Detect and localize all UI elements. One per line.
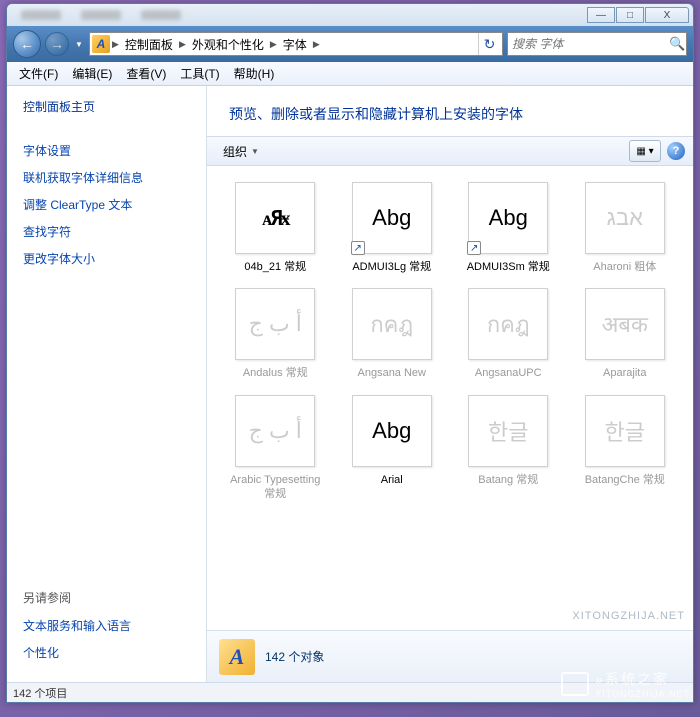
nav-bar: ← → ▼ ▶ 控制面板 ▶ 外观和个性化 ▶ 字体 ▶ ↻ 🔍 xyxy=(7,26,693,62)
sidebar-link-text-services[interactable]: 文本服务和输入语言 xyxy=(23,612,190,639)
font-thumbnail: Abg↗ xyxy=(468,182,548,254)
font-thumbnail: अबक xyxy=(585,288,665,360)
title-blur xyxy=(21,10,181,20)
font-label: BatangChe 常规 xyxy=(585,473,665,487)
font-item[interactable]: 한글 Batang 常规 xyxy=(452,391,565,506)
search-icon[interactable]: 🔍 xyxy=(669,36,685,52)
menu-help[interactable]: 帮助(H) xyxy=(228,63,281,84)
sidebar-heading[interactable]: 控制面板主页 xyxy=(23,98,190,115)
titlebar[interactable]: — □ X xyxy=(7,4,693,26)
page-title: 预览、删除或者显示和隐藏计算机上安装的字体 xyxy=(229,104,671,124)
crumb-sep-icon[interactable]: ▶ xyxy=(179,39,186,50)
font-thumbnail: אבג xyxy=(585,182,665,254)
font-thumbnail: กคฎ xyxy=(352,288,432,360)
chevron-down-icon: ▼ xyxy=(251,147,259,156)
minimize-button[interactable]: — xyxy=(587,7,615,23)
font-label: ADMUI3Sm 常规 xyxy=(467,260,550,274)
breadcrumb-fonts[interactable]: 字体 xyxy=(279,36,311,53)
search-box[interactable]: 🔍 xyxy=(507,32,687,56)
search-input[interactable] xyxy=(512,37,669,51)
sidebar: 控制面板主页 字体设置 联机获取字体详细信息 调整 ClearType 文本 查… xyxy=(7,86,207,682)
view-options-button[interactable]: ▦ ▾ xyxy=(629,140,661,162)
main-pane: 预览、删除或者显示和隐藏计算机上安装的字体 组织▼ ▦ ▾ ? ᴀЯӿ 04b_2… xyxy=(207,86,693,682)
help-button[interactable]: ? xyxy=(667,142,685,160)
font-thumbnail: أ ب ج xyxy=(235,288,315,360)
font-label: ADMUI3Lg 常规 xyxy=(352,260,431,274)
font-item[interactable]: กคฎ Angsana New xyxy=(336,284,449,384)
refresh-button[interactable]: ↻ xyxy=(478,33,500,55)
font-item[interactable]: 한글 BatangChe 常规 xyxy=(569,391,682,506)
nav-history-dropdown[interactable]: ▼ xyxy=(73,34,85,54)
font-label: Aharoni 粗体 xyxy=(593,260,656,274)
font-thumbnail: กคฎ xyxy=(468,288,548,360)
font-thumbnail: ᴀЯӿ xyxy=(235,182,315,254)
sidebar-link-find-char[interactable]: 查找字符 xyxy=(23,218,190,245)
font-label: Andalus 常规 xyxy=(243,366,308,380)
font-item[interactable]: กคฎ AngsanaUPC xyxy=(452,284,565,384)
font-label: Arabic Typesetting 常规 xyxy=(225,473,325,502)
font-item[interactable]: Abg↗ ADMUI3Sm 常规 xyxy=(452,178,565,278)
status-bar: 142 个项目 xyxy=(7,682,693,702)
shortcut-overlay-icon: ↗ xyxy=(467,241,481,255)
forward-button[interactable]: → xyxy=(45,32,69,56)
font-label: 04b_21 常规 xyxy=(244,260,306,274)
toolbar: 组织▼ ▦ ▾ ? xyxy=(207,136,693,166)
font-label: AngsanaUPC xyxy=(475,366,542,380)
font-item[interactable]: ᴀЯӿ 04b_21 常规 xyxy=(219,178,332,278)
details-count: 142 个对象 xyxy=(265,648,324,665)
watermark: XITONGZHIJA.NET xyxy=(572,610,685,622)
menu-bar: 文件(F) 编辑(E) 查看(V) 工具(T) 帮助(H) xyxy=(7,62,693,86)
details-pane: 142 个对象 xyxy=(207,630,693,682)
sidebar-link-cleartype[interactable]: 调整 ClearType 文本 xyxy=(23,191,190,218)
menu-file[interactable]: 文件(F) xyxy=(13,63,64,84)
back-button[interactable]: ← xyxy=(13,30,41,58)
font-thumbnail: 한글 xyxy=(585,395,665,467)
font-item[interactable]: אבג Aharoni 粗体 xyxy=(569,178,682,278)
font-item[interactable]: أ ب ج Andalus 常规 xyxy=(219,284,332,384)
fonts-folder-icon xyxy=(92,35,110,53)
organize-button[interactable]: 组织▼ xyxy=(215,140,267,163)
maximize-button[interactable]: □ xyxy=(616,7,644,23)
crumb-sep-icon[interactable]: ▶ xyxy=(112,39,119,50)
font-thumbnail: 한글 xyxy=(468,395,548,467)
font-item[interactable]: أ ب ج Arabic Typesetting 常规 xyxy=(219,391,332,506)
fonts-folder-icon xyxy=(219,639,255,675)
font-item[interactable]: Abg Arial xyxy=(336,391,449,506)
sidebar-also-heading: 另请参阅 xyxy=(7,589,206,612)
font-thumbnail: Abg xyxy=(352,395,432,467)
crumb-sep-icon[interactable]: ▶ xyxy=(270,39,277,50)
explorer-window: — □ X ← → ▼ ▶ 控制面板 ▶ 外观和个性化 ▶ 字体 ▶ ↻ 🔍 文… xyxy=(6,3,694,703)
font-grid-area[interactable]: ᴀЯӿ04b_21 常规Abg↗ADMUI3Lg 常规Abg↗ADMUI3Sm … xyxy=(207,166,693,630)
font-item[interactable]: अबक Aparajita xyxy=(569,284,682,384)
breadcrumb-appearance[interactable]: 外观和个性化 xyxy=(188,36,268,53)
crumb-sep-icon[interactable]: ▶ xyxy=(313,39,320,50)
shortcut-overlay-icon: ↗ xyxy=(351,241,365,255)
breadcrumb-control-panel[interactable]: 控制面板 xyxy=(121,36,177,53)
close-button[interactable]: X xyxy=(645,7,689,23)
sidebar-link-font-size[interactable]: 更改字体大小 xyxy=(23,245,190,272)
sidebar-link-personalization[interactable]: 个性化 xyxy=(23,639,190,666)
status-text: 142 个项目 xyxy=(13,685,67,701)
font-label: Angsana New xyxy=(358,366,427,380)
font-label: Aparajita xyxy=(603,366,646,380)
font-label: Arial xyxy=(381,473,403,487)
menu-view[interactable]: 查看(V) xyxy=(120,63,172,84)
sidebar-link-online-info[interactable]: 联机获取字体详细信息 xyxy=(23,164,190,191)
address-bar[interactable]: ▶ 控制面板 ▶ 外观和个性化 ▶ 字体 ▶ ↻ xyxy=(89,32,503,56)
font-thumbnail: أ ب ج xyxy=(235,395,315,467)
font-item[interactable]: Abg↗ ADMUI3Lg 常规 xyxy=(336,178,449,278)
font-thumbnail: Abg↗ xyxy=(352,182,432,254)
font-label: Batang 常规 xyxy=(478,473,538,487)
sidebar-link-font-settings[interactable]: 字体设置 xyxy=(23,137,190,164)
menu-edit[interactable]: 编辑(E) xyxy=(66,63,118,84)
menu-tools[interactable]: 工具(T) xyxy=(174,63,225,84)
window-body: 控制面板主页 字体设置 联机获取字体详细信息 调整 ClearType 文本 查… xyxy=(7,86,693,682)
